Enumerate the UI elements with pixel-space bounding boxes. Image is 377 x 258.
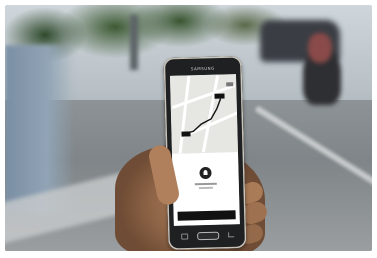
ride-panel-prompt [172, 156, 238, 158]
recents-key-icon[interactable] [228, 232, 235, 238]
map-button-icon[interactable] [226, 82, 234, 87]
ride-panel [172, 152, 240, 226]
ride-option-line [194, 182, 217, 186]
home-button[interactable] [197, 231, 220, 241]
ride-option-line [198, 186, 213, 190]
origin-marker-icon [181, 131, 191, 137]
blurred-rider [308, 33, 332, 63]
back-key-icon[interactable] [181, 233, 189, 240]
map-view[interactable] [169, 74, 240, 154]
route-line [181, 82, 234, 137]
phone-brand-label: SAMSUNG [190, 65, 215, 72]
photo: SAMSUNG [5, 5, 372, 251]
destination-marker-icon [214, 93, 225, 99]
smartphone: SAMSUNG [163, 56, 247, 250]
confirm-ride-button[interactable] [177, 210, 236, 221]
location-pin-icon [199, 166, 212, 180]
phone-screen [169, 74, 240, 226]
street-post [130, 15, 138, 70]
